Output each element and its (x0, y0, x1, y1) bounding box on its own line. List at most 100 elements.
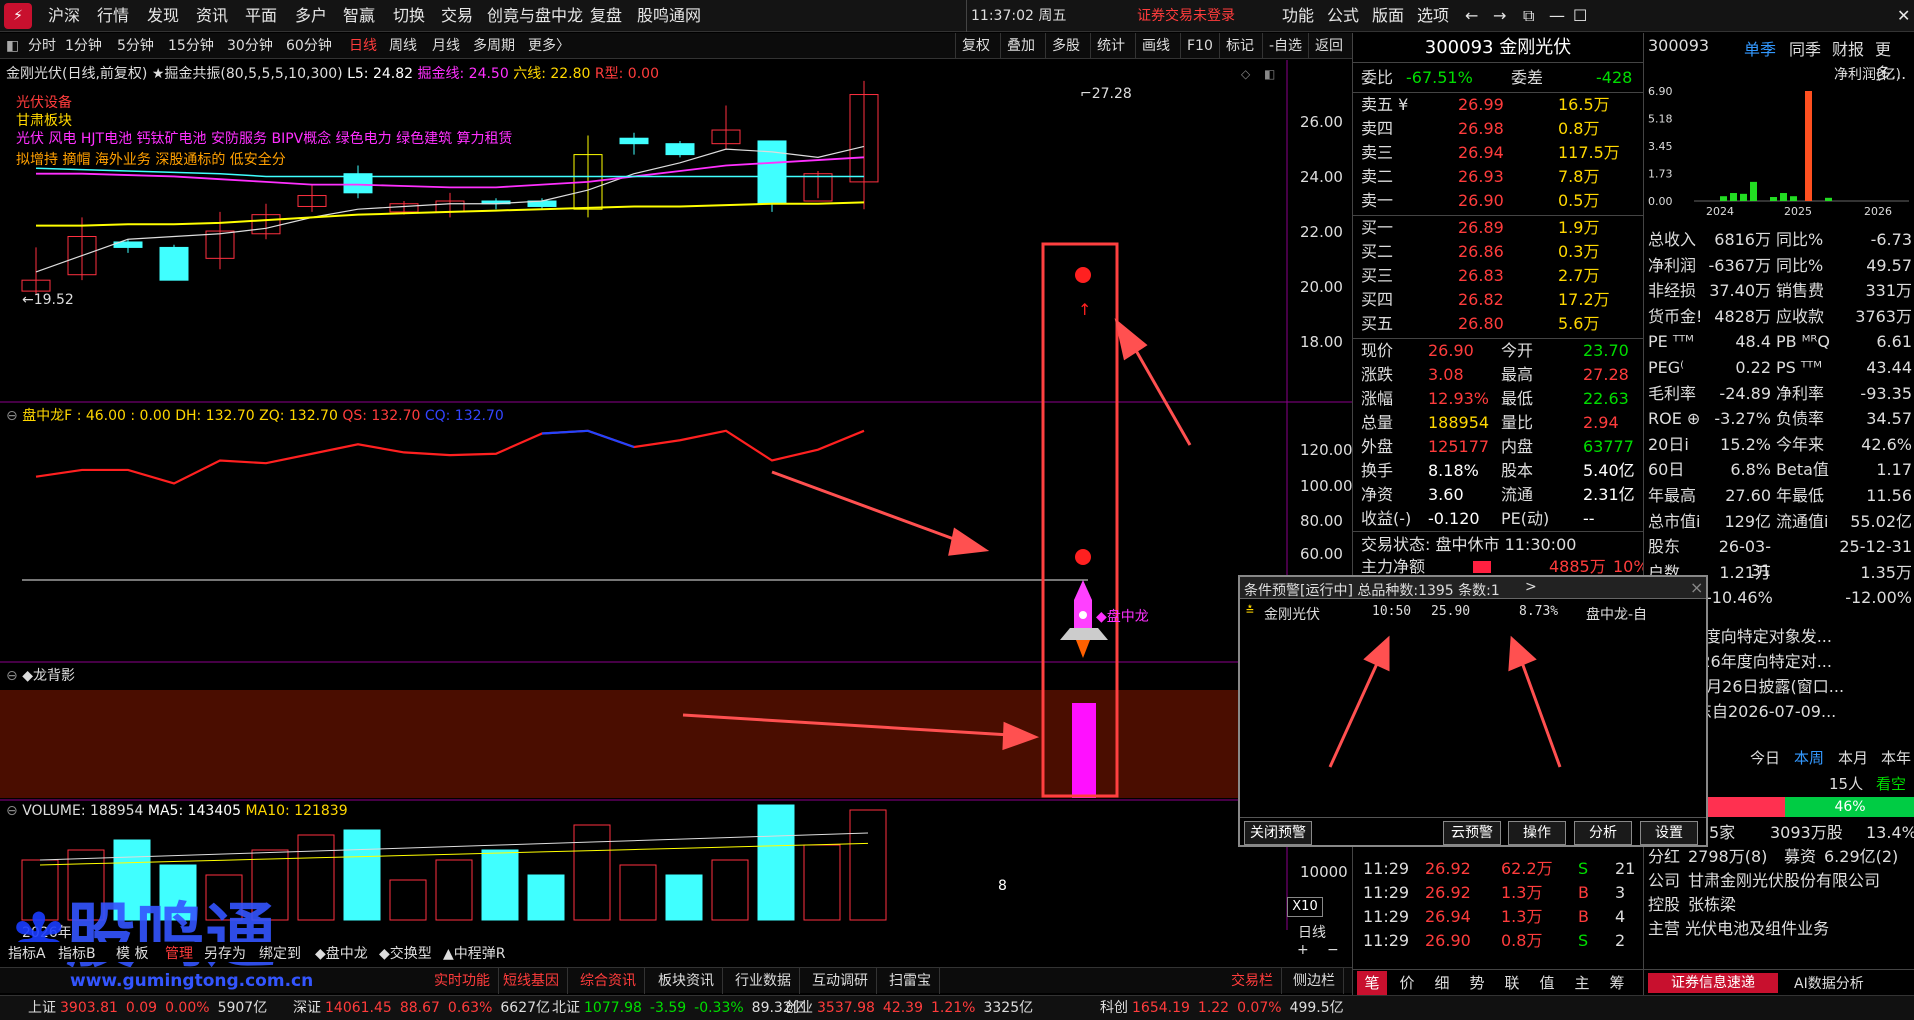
period-daily[interactable]: 日线 (349, 33, 377, 59)
menu-hangqing[interactable]: 行情 (97, 0, 129, 32)
indicator-name[interactable]: ★掘金共振(80,5,5,5,10,300) (152, 66, 343, 82)
period-more[interactable]: 更多〉 (528, 33, 570, 59)
period-60min[interactable]: 60分钟 (286, 33, 332, 59)
tab-single-quarter[interactable]: 单季 (1744, 36, 1776, 60)
tab-month[interactable]: 本月 (1838, 747, 1868, 768)
login-notice[interactable]: 证券交易未登录 (1137, 0, 1235, 32)
close-window-icon[interactable]: ✕ (1897, 0, 1910, 32)
tab-mine-scan[interactable]: 扫雷宝 (881, 968, 940, 994)
menu-pingmian[interactable]: 平面 (245, 0, 277, 32)
settings-button[interactable]: 设置 (1640, 821, 1698, 845)
quote-tab[interactable]: 势 (1462, 971, 1492, 995)
restore-window-icon[interactable]: ⧉ (1523, 0, 1534, 32)
menu-fupan[interactable]: 复盘 (590, 0, 622, 32)
tab-template[interactable]: 模 板 (116, 943, 148, 963)
menu-zhiying[interactable]: 智赢 (343, 0, 375, 32)
tab-midrange[interactable]: ▲中程弹R (443, 943, 506, 963)
sell-row[interactable]: 卖三 26.94 117.5万 (1353, 141, 1643, 165)
tab-panzhong[interactable]: ◆盘中龙 (315, 943, 368, 963)
minimize-icon[interactable]: — (1549, 0, 1565, 32)
watchlist-button[interactable]: -自选 (1262, 33, 1308, 59)
menu-banmian[interactable]: 版面 (1372, 0, 1404, 32)
sell-row[interactable]: 卖一 26.90 0.5万 (1353, 189, 1643, 213)
quote-tab[interactable]: 值 (1532, 971, 1562, 995)
collapse-icon[interactable]: ⊖ (6, 668, 18, 684)
mark-button[interactable]: 标记 (1219, 33, 1260, 59)
stats-button[interactable]: 统计 (1090, 33, 1131, 59)
index-item[interactable]: 科创 1654.19 1.22 0.07% 499.5亿 (1100, 996, 1344, 1020)
tab-sidebar[interactable]: 侧边栏 (1285, 968, 1344, 994)
quote-tab[interactable]: 笔 (1357, 971, 1387, 995)
index-item[interactable]: 上证 3903.81 0.09 0.00% 5907亿 (28, 996, 267, 1020)
tab-bind[interactable]: 绑定到 (259, 943, 301, 963)
period-1min[interactable]: 1分钟 (65, 33, 102, 59)
forward-arrow-icon[interactable]: → (1493, 0, 1506, 32)
menu-faxian[interactable]: 发现 (147, 0, 179, 32)
period-fenshi[interactable]: 分时 (28, 33, 56, 59)
tab-news[interactable]: 综合资讯 (572, 968, 645, 994)
period-monthly[interactable]: 月线 (432, 33, 460, 59)
menu-zixun[interactable]: 资讯 (196, 0, 228, 32)
tab-exchange[interactable]: ◆交换型 (379, 943, 432, 963)
index-item[interactable]: 创业 3537.98 42.39 1.21% 3325亿 (785, 996, 1033, 1020)
sell-row[interactable]: 卖二 26.93 7.8万 (1353, 165, 1643, 189)
tab-industry[interactable]: 行业数据 (727, 968, 800, 994)
quote-tab[interactable]: 筹 (1602, 971, 1632, 995)
tab-report[interactable]: 财报 (1832, 36, 1864, 60)
app-logo[interactable]: ⚡ (4, 3, 32, 29)
sell-row[interactable]: 卖五 ¥ 26.99 16.5万 (1353, 93, 1643, 117)
tab-gene[interactable]: 短线基因 (495, 968, 568, 994)
zoom-minus-icon[interactable]: − (1327, 942, 1339, 958)
buy-row[interactable]: 买一 26.89 1.9万 (1353, 216, 1643, 240)
quote-tab[interactable]: 联 (1497, 971, 1527, 995)
zoom-plus-icon[interactable]: + (1297, 942, 1309, 958)
panel-icon[interactable]: ◧ (1264, 67, 1275, 81)
buy-row[interactable]: 买五 26.80 5.6万 (1353, 312, 1643, 336)
menu-hushen[interactable]: 沪深 (48, 0, 80, 32)
f10-button[interactable]: F10 (1180, 33, 1219, 59)
index-item[interactable]: 深证 14061.45 88.67 0.63% 6627亿 (293, 996, 550, 1020)
tab-week[interactable]: 本周 (1794, 747, 1824, 768)
buy-row[interactable]: 买四 26.82 17.2万 (1353, 288, 1643, 312)
index-item[interactable]: 北证 1077.98 -3.59 -0.33% 89.32亿 (552, 996, 806, 1020)
close-alert-button[interactable]: 关闭预警 (1244, 821, 1312, 845)
menu-gongneng[interactable]: 功能 (1282, 0, 1314, 32)
buy-row[interactable]: 买三 26.83 2.7万 (1353, 264, 1643, 288)
tab-year[interactable]: 本年 (1881, 747, 1911, 768)
kline-chart-area[interactable]: ↑ ◇ ◧ 8 (0, 60, 1352, 930)
buy-row[interactable]: 买二 26.86 0.3万 (1353, 240, 1643, 264)
period-30min[interactable]: 30分钟 (227, 33, 273, 59)
tab-sector-news[interactable]: 板块资讯 (650, 968, 723, 994)
collapse-icon[interactable]: ⊖ (6, 408, 18, 424)
quote-tab[interactable]: 价 (1392, 971, 1422, 995)
tab-same-quarter[interactable]: 同季 (1789, 36, 1821, 60)
period-multi[interactable]: 多周期 (473, 33, 515, 59)
operate-button[interactable]: 操作 (1508, 821, 1566, 845)
tab-trade-bar[interactable]: 交易栏 (1223, 968, 1282, 994)
period-5min[interactable]: 5分钟 (117, 33, 154, 59)
overlay-button[interactable]: 叠加 (1000, 33, 1041, 59)
collapse-icon[interactable]: ⊖ (6, 803, 18, 819)
menu-duohu[interactable]: 多户 (295, 0, 327, 32)
multi-stock-button[interactable]: 多股 (1045, 33, 1086, 59)
x10-button[interactable]: X10 (1287, 897, 1323, 917)
expand-icon[interactable]: > (1525, 579, 1537, 595)
tab-indicator-b[interactable]: 指标B (58, 943, 96, 963)
menu-jiaoyi[interactable]: 交易 (441, 0, 473, 32)
diamond-icon[interactable]: ◇ (1241, 67, 1251, 81)
period-15min[interactable]: 15分钟 (168, 33, 214, 59)
close-icon[interactable]: × (1690, 578, 1703, 597)
sell-row[interactable]: 卖四 26.98 0.8万 (1353, 117, 1643, 141)
tab-save-as[interactable]: 另存为 (204, 943, 246, 963)
back-arrow-icon[interactable]: ← (1465, 0, 1478, 32)
tab-today[interactable]: 今日 (1750, 747, 1780, 768)
period-weekly[interactable]: 周线 (389, 33, 417, 59)
menu-qiehuan[interactable]: 切换 (393, 0, 425, 32)
tab-indicator-a[interactable]: 指标A (8, 943, 46, 963)
draw-button[interactable]: 画线 (1135, 33, 1176, 59)
menu-gongshi[interactable]: 公式 (1327, 0, 1359, 32)
return-button[interactable]: 返回 (1308, 33, 1349, 59)
tab-research[interactable]: 互动调研 (804, 968, 877, 994)
menu-xuanxiang[interactable]: 选项 (1417, 0, 1449, 32)
quote-tab[interactable]: 细 (1427, 971, 1457, 995)
